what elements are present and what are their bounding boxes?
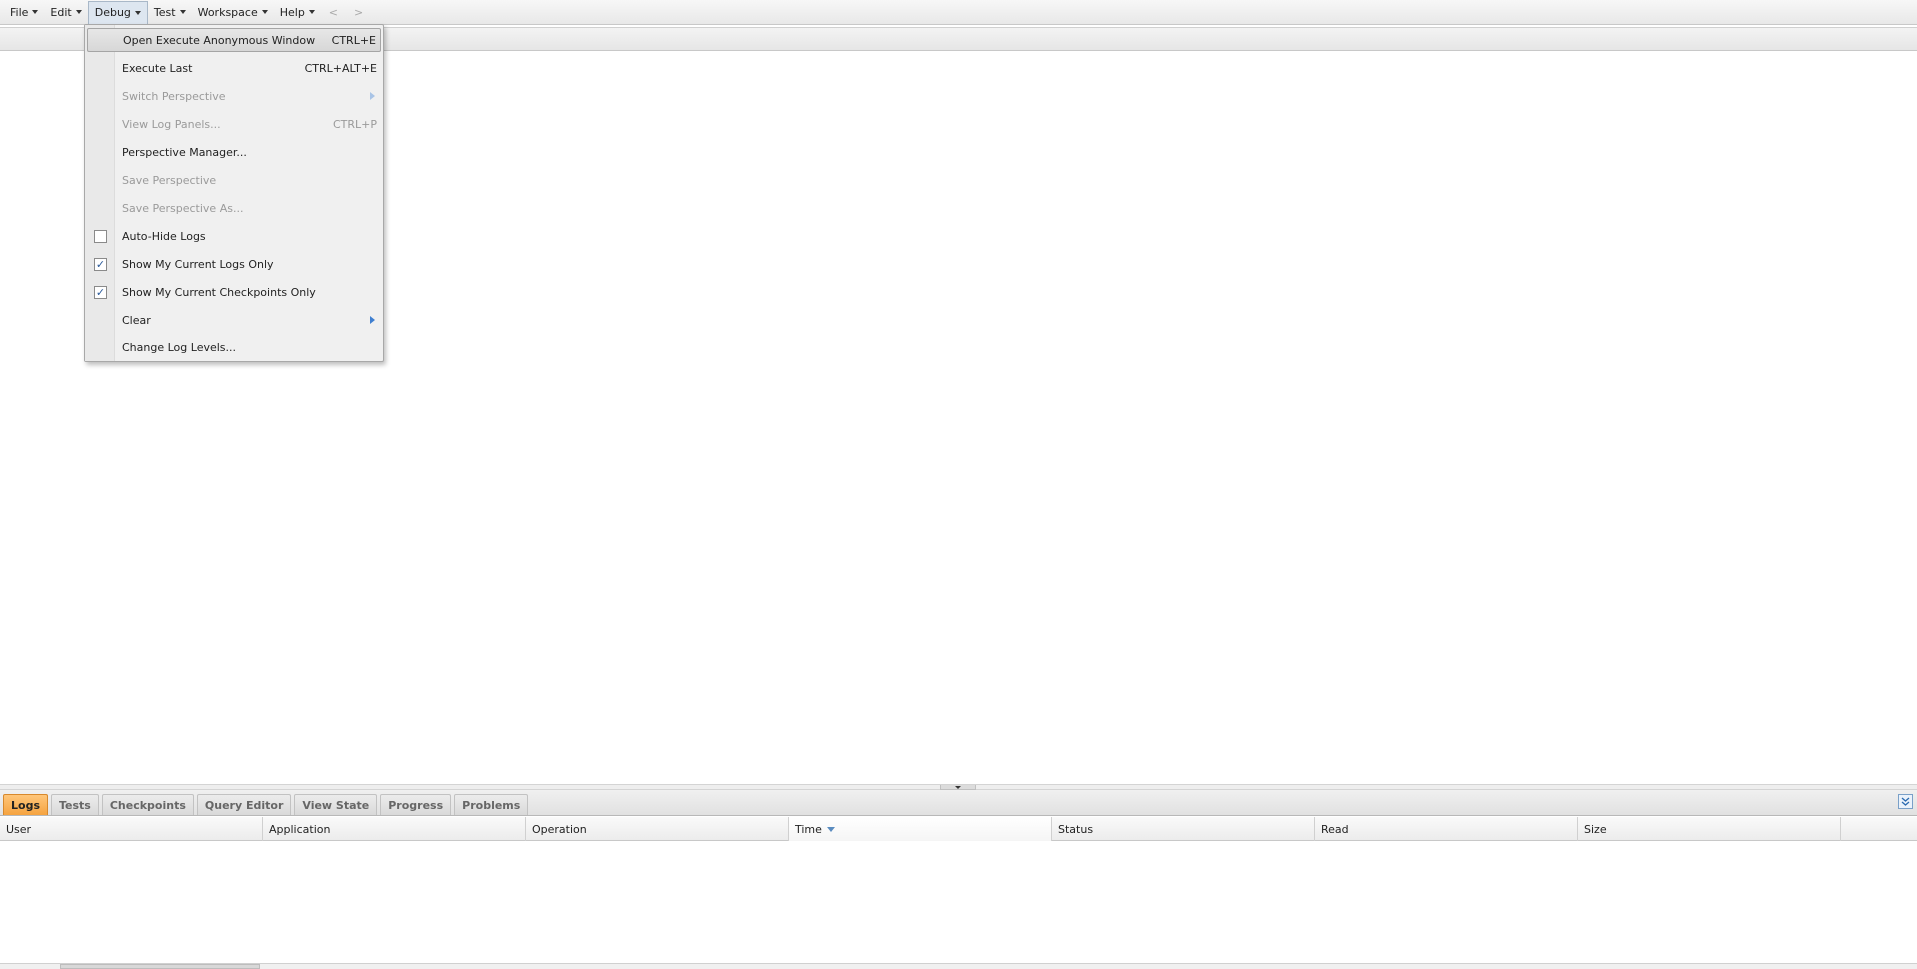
menu-item-open-execute-anonymous[interactable]: Open Execute Anonymous Window CTRL+E [87,28,381,52]
menu-item-label: Change Log Levels... [122,340,237,354]
column-user[interactable]: User [0,817,263,841]
menu-item-label: View Log Panels... [122,117,221,131]
menu-item-change-log-levels[interactable]: Change Log Levels... [87,335,381,359]
menu-item-label: Save Perspective As... [122,201,244,215]
menu-item-switch-perspective: Switch Perspective [87,84,381,108]
menu-item-label: Open Execute Anonymous Window [123,33,316,47]
column-user-label: User [6,822,32,836]
menu-item-execute-last[interactable]: Execute Last CTRL+ALT+E [87,56,381,80]
chevron-down-icon [955,785,961,789]
show-current-checkpoints-checkbox[interactable]: ✓ [94,285,107,299]
menu-test-label: Test [153,5,176,19]
show-current-logs-checkbox[interactable]: ✓ [94,257,107,271]
menu-item-label: Execute Last [122,61,193,75]
tab-checkpoints[interactable]: Checkpoints [101,794,194,815]
column-application[interactable]: Application [263,817,526,841]
menu-item-label: Clear [122,313,151,327]
menu-item-label: Save Perspective [122,173,217,187]
chevron-down-icon [308,10,315,14]
menu-item-shortcut: CTRL+ALT+E [304,61,377,75]
submenu-arrow-icon [370,92,375,100]
menu-item-label: Show My Current Checkpoints Only [122,285,316,299]
menu-item-label: Auto-Hide Logs [122,229,206,243]
chevron-down-icon [32,10,39,14]
tab-query-editor[interactable]: Query Editor [196,794,292,815]
menu-edit[interactable]: Edit [44,1,87,24]
column-time[interactable]: Time [789,817,1052,841]
chevron-down-icon [134,10,141,15]
scrollbar-thumb[interactable] [60,964,260,969]
bottom-panel-tabs: Logs Tests Checkpoints Query Editor View… [0,790,1917,816]
menu-workspace-label: Workspace [197,5,258,19]
tab-logs[interactable]: Logs [3,794,48,815]
menu-bar: File Edit Debug Test Workspace Help < > [0,0,1917,25]
column-size-label: Size [1584,822,1607,836]
submenu-arrow-icon [370,316,375,324]
tab-progress[interactable]: Progress [380,794,452,815]
menu-item-show-current-logs[interactable]: ✓ Show My Current Logs Only [87,252,381,276]
menu-help-label: Help [279,5,305,19]
chevron-down-icon [261,10,268,14]
menu-help[interactable]: Help [274,1,321,24]
collapse-panel-button[interactable] [1898,794,1913,809]
tab-tests[interactable]: Tests [51,794,99,815]
column-status-label: Status [1058,822,1094,836]
chevron-down-icon [75,10,82,14]
menu-test[interactable]: Test [148,1,192,24]
column-read-label: Read [1321,822,1349,836]
check-icon: ✓ [95,257,106,271]
menu-workspace[interactable]: Workspace [192,1,274,24]
menu-item-view-log-panels: View Log Panels... CTRL+P [87,112,381,136]
menu-item-shortcut: CTRL+P [332,117,377,131]
column-read[interactable]: Read [1315,817,1578,841]
menu-item-label: Perspective Manager... [122,145,247,159]
column-application-label: Application [269,822,331,836]
menu-item-save-perspective: Save Perspective [87,168,381,192]
menu-item-clear[interactable]: Clear [87,308,381,332]
log-table-header: User Application Operation Time Status R… [0,817,1917,841]
menu-item-shortcut: CTRL+E [331,33,376,47]
auto-hide-logs-checkbox[interactable] [94,229,107,243]
tab-problems[interactable]: Problems [454,794,529,815]
menu-item-label: Show My Current Logs Only [122,257,274,271]
menu-item-label: Switch Perspective [122,89,226,103]
sort-descending-icon [826,826,835,832]
column-filler [1841,817,1913,841]
column-time-label: Time [795,822,822,836]
chevron-down-icon [179,10,186,14]
menu-debug[interactable]: Debug [87,0,148,24]
check-icon: ✓ [95,285,106,299]
menu-item-save-perspective-as: Save Perspective As... [87,196,381,220]
menu-file-label: File [10,5,29,19]
double-chevron-down-icon [1901,797,1910,806]
horizontal-scrollbar[interactable] [0,963,1917,969]
tab-view-state[interactable]: View State [294,794,378,815]
log-table-body [0,841,1917,963]
back-button[interactable]: < [321,6,346,19]
menu-item-show-current-checkpoints[interactable]: ✓ Show My Current Checkpoints Only [87,280,381,304]
column-operation[interactable]: Operation [526,817,789,841]
menu-item-perspective-manager[interactable]: Perspective Manager... [87,140,381,164]
menu-file[interactable]: File [4,1,44,24]
forward-button[interactable]: > [346,6,371,19]
menu-edit-label: Edit [50,5,72,19]
column-status[interactable]: Status [1052,817,1315,841]
column-operation-label: Operation [532,822,587,836]
column-size[interactable]: Size [1578,817,1841,841]
debug-dropdown-menu: Open Execute Anonymous Window CTRL+E Exe… [84,24,384,362]
menu-item-auto-hide-logs[interactable]: Auto-Hide Logs [87,224,381,248]
menu-debug-label: Debug [94,6,131,19]
